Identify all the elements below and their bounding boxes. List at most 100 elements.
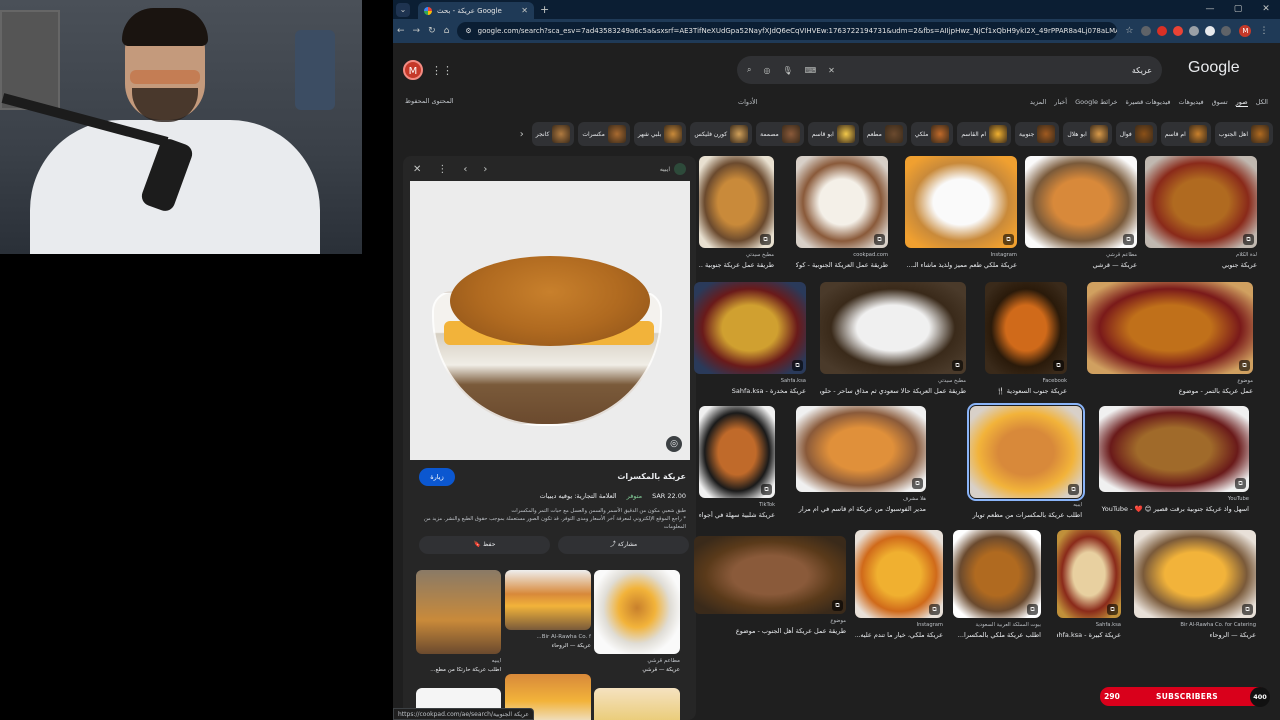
- preview-source[interactable]: ايبيه: [660, 163, 686, 175]
- related-title[interactable]: عريكة — قرشي: [594, 667, 680, 673]
- result-title[interactable]: عريكة كبيرة - Sahfa.ksa: [1057, 631, 1121, 639]
- filter-tab[interactable]: فيديوهات قصيرة: [1126, 98, 1171, 107]
- previous-image-icon[interactable]: ‹: [463, 164, 467, 175]
- extensions-puzzle-icon[interactable]: [1221, 26, 1232, 36]
- result-thumbnail[interactable]: [1087, 282, 1253, 374]
- close-tab-icon[interactable]: ✕: [521, 6, 528, 15]
- bookmark-star-icon[interactable]: ☆: [1125, 26, 1133, 36]
- profile-avatar[interactable]: M: [1239, 25, 1252, 37]
- refinement-chip[interactable]: ام القاسم: [957, 122, 1011, 146]
- tab-active[interactable]: عريكة - بحث Google ✕: [418, 2, 534, 19]
- voice-search-icon[interactable]: 🎙: [782, 66, 792, 75]
- close-window-button[interactable]: ✕: [1252, 0, 1280, 19]
- reload-icon[interactable]: ↻: [428, 26, 436, 36]
- related-image[interactable]: [505, 570, 591, 630]
- extension-icon[interactable]: [1141, 26, 1152, 36]
- share-button[interactable]: ⤴ مشاركة: [558, 536, 689, 554]
- filter-tab[interactable]: خرائط Google: [1075, 98, 1117, 107]
- lens-search-icon[interactable]: ◎: [666, 436, 682, 452]
- tab-search-button[interactable]: ⌄: [396, 2, 410, 17]
- result-title[interactable]: طريقة عمل عريكة جنوبية ...: [699, 261, 774, 269]
- new-tab-button[interactable]: +: [540, 3, 549, 16]
- extension-icon[interactable]: [1157, 26, 1168, 36]
- refinement-chip[interactable]: جنوبية: [1014, 122, 1060, 146]
- chips-scroll-arrow-icon[interactable]: ‹: [516, 129, 528, 140]
- related-image[interactable]: [594, 570, 680, 654]
- refinement-chip[interactable]: فوال: [1115, 122, 1157, 146]
- preview-title[interactable]: عريكة بالمكسرات: [617, 472, 686, 481]
- visit-button[interactable]: زيارة: [419, 468, 455, 486]
- refinement-chip[interactable]: ابو قاسم: [807, 122, 859, 146]
- result-title[interactable]: عريكة — الروحاء: [1134, 631, 1256, 639]
- result-title[interactable]: عريكة شلبية سهلة في أجواء ...: [699, 511, 775, 519]
- filter-tab[interactable]: الكل: [1256, 98, 1268, 107]
- refinement-chip[interactable]: مصممة: [756, 122, 804, 146]
- result-title[interactable]: عريكة — قرشي: [1025, 261, 1137, 269]
- next-image-icon[interactable]: ›: [483, 164, 487, 175]
- more-options-icon[interactable]: ⋮: [437, 164, 447, 175]
- search-icon[interactable]: ⌕: [747, 65, 751, 75]
- refinement-chip[interactable]: كورن فليكس: [690, 122, 753, 146]
- filter-tab[interactable]: صور: [1235, 98, 1248, 107]
- menu-kebab-icon[interactable]: ⋮: [1259, 26, 1268, 36]
- tools-button[interactable]: الأدوات: [738, 98, 757, 106]
- related-image[interactable]: [594, 688, 680, 720]
- refinement-chip[interactable]: مكسرات: [578, 122, 630, 146]
- back-icon[interactable]: ←: [397, 26, 405, 36]
- result-title[interactable]: اسهل واذ عريكة جنوبية برقت قصير 😊 ❤️ - Y…: [1099, 505, 1249, 513]
- filter-tab[interactable]: فيديوهات: [1178, 98, 1203, 107]
- search-box[interactable]: ⌕ ◎ 🎙 ⌨ ✕ عريكة: [737, 56, 1162, 84]
- result-thumbnail[interactable]: [694, 536, 846, 614]
- result-title[interactable]: طريقة عمل العريكة حالا سعودي ثم مذاق ساح…: [820, 387, 966, 395]
- refinement-chip[interactable]: ملكي: [910, 122, 954, 146]
- result-thumbnail[interactable]: [1025, 156, 1137, 248]
- home-icon[interactable]: ⌂: [444, 26, 450, 36]
- related-image[interactable]: [416, 570, 501, 654]
- result-thumbnail[interactable]: [967, 403, 1085, 501]
- save-button[interactable]: 🔖 حفظ: [419, 536, 550, 554]
- result-title[interactable]: مدير الفوسبوك من عريكة ام قاسم في ام مرا…: [796, 505, 926, 513]
- result-thumbnail[interactable]: [905, 156, 1017, 248]
- minimize-button[interactable]: —: [1196, 0, 1224, 19]
- refinement-chip[interactable]: بلبي شهر: [633, 122, 687, 146]
- extension-icon[interactable]: [1189, 26, 1200, 36]
- lens-icon[interactable]: ◎: [763, 66, 770, 75]
- filter-tab[interactable]: المزيد: [1030, 98, 1046, 107]
- google-logo[interactable]: Google: [1188, 59, 1240, 77]
- related-title[interactable]: عريكة — الروحاء: [505, 643, 591, 649]
- refinement-chip[interactable]: مطعم: [862, 122, 907, 146]
- result-title[interactable]: طريقة عمل عريكة أهل الجنوب - موضوع: [694, 627, 846, 635]
- refinement-chip[interactable]: كانجر: [531, 122, 575, 146]
- result-thumbnail[interactable]: [1134, 530, 1256, 618]
- safe-search-toggle[interactable]: المحتوى المحفوظ: [405, 97, 454, 105]
- result-title[interactable]: عريكة ملكي، خيار ما تندم عليه...: [855, 631, 943, 639]
- result-thumbnail[interactable]: [694, 282, 806, 374]
- search-query[interactable]: عريكة: [847, 66, 1152, 75]
- keyboard-icon[interactable]: ⌨: [805, 66, 817, 75]
- apps-grid-icon[interactable]: ⋮⋮: [431, 64, 453, 77]
- forward-icon[interactable]: →: [413, 26, 421, 36]
- refinement-chip[interactable]: ام قاسم: [1160, 122, 1211, 146]
- address-bar[interactable]: ⚙ google.com/search?sca_esv=7ad43583249a…: [457, 22, 1118, 40]
- result-title[interactable]: اطلب عريكة بالمكسرات من مطعم تويار: [970, 511, 1082, 519]
- result-title[interactable]: عمل عريكة بالتمر - موضوع: [1087, 387, 1253, 395]
- clear-search-icon[interactable]: ✕: [828, 66, 835, 75]
- result-title[interactable]: عريكة جنوبي: [1145, 261, 1257, 269]
- extension-icon[interactable]: [1205, 26, 1216, 36]
- result-thumbnail[interactable]: [820, 282, 966, 374]
- result-title[interactable]: اطلب عريكة ملكي بالمكسرا...: [953, 631, 1041, 639]
- maximize-button[interactable]: ▢: [1224, 0, 1252, 19]
- filter-tab[interactable]: أخبار: [1054, 98, 1067, 107]
- result-title[interactable]: عريكة جنوب السعودية 🍴: [985, 387, 1067, 395]
- refinement-chip[interactable]: ابو هلال: [1063, 122, 1112, 146]
- account-avatar[interactable]: M: [403, 60, 423, 80]
- result-thumbnail[interactable]: [1145, 156, 1257, 248]
- result-title[interactable]: عريكة مخدرة - Sahfa.ksa: [694, 387, 806, 395]
- close-preview-icon[interactable]: ✕: [413, 164, 421, 175]
- related-title[interactable]: اطلب عريكة حارتكا من مطع...: [416, 667, 501, 673]
- filter-tab[interactable]: تسوق: [1212, 98, 1228, 107]
- extension-icon[interactable]: [1173, 26, 1184, 36]
- result-title[interactable]: طريقة عمل العريكة الجنوبية - كوكباد: [796, 261, 888, 269]
- refinement-chip[interactable]: اهل الجنوب: [1214, 122, 1273, 146]
- result-thumbnail[interactable]: [1099, 406, 1249, 492]
